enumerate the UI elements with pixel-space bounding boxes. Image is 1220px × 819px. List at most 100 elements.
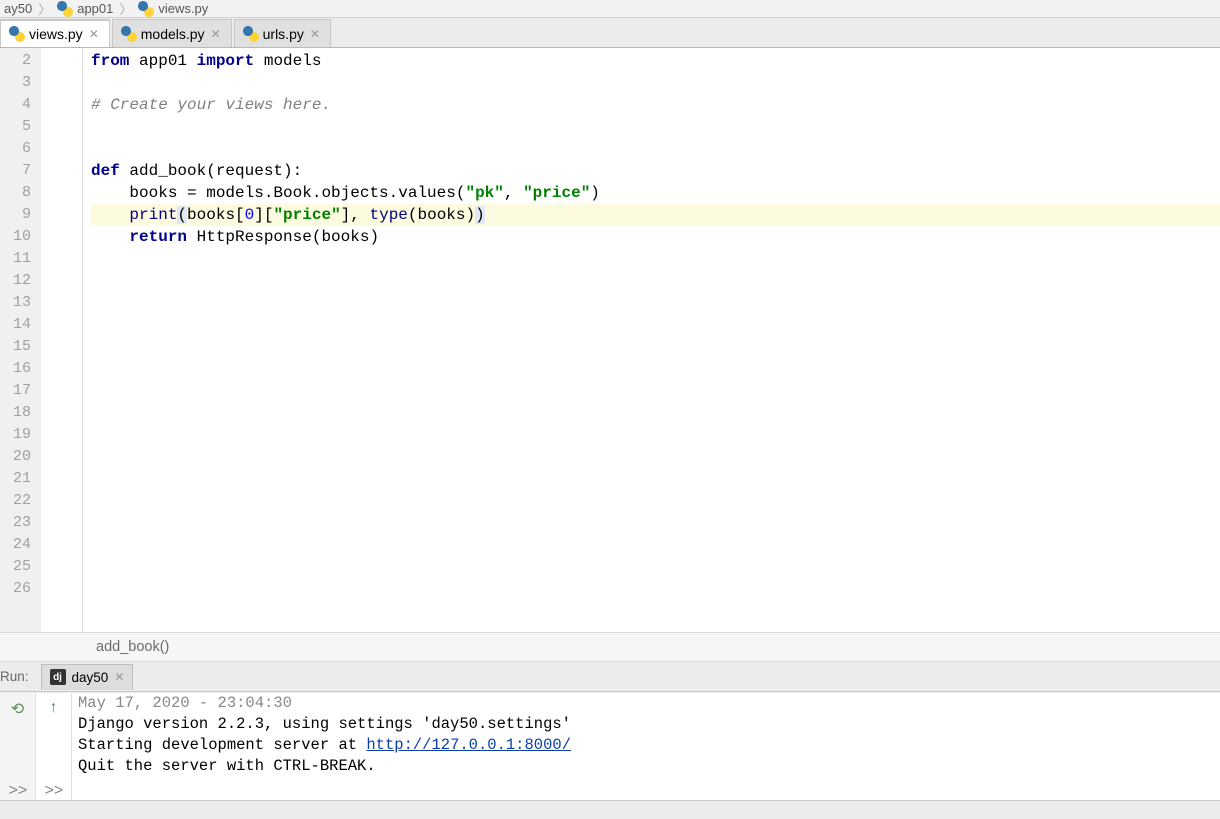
code-line[interactable]	[91, 402, 1220, 424]
code-line[interactable]	[91, 336, 1220, 358]
breadcrumb-item[interactable]: views.py	[134, 1, 212, 17]
code-line[interactable]: from app01 import models	[91, 50, 1220, 72]
folder-icon	[57, 1, 73, 17]
console-line: Django version 2.2.3, using settings 'da…	[78, 714, 1214, 735]
code-line[interactable]	[91, 468, 1220, 490]
line-number[interactable]: 4	[0, 94, 41, 116]
breadcrumb-label: views.py	[158, 1, 208, 16]
scroll-up-icon[interactable]: ↑	[45, 699, 63, 717]
run-panel-header: Run: dj day50 ✕	[0, 662, 1220, 692]
python-file-icon	[243, 26, 259, 42]
code-crumb-bar[interactable]: add_book()	[0, 632, 1220, 662]
breadcrumb-sep: 〉	[36, 0, 53, 18]
line-number[interactable]: 18	[0, 402, 41, 424]
line-number[interactable]: 11	[0, 248, 41, 270]
code-line[interactable]	[91, 380, 1220, 402]
breadcrumb-bar: ay50 〉 app01 〉 views.py	[0, 0, 1220, 18]
run-panel: ⟲ >> ↑ >> May 17, 2020 - 23:04:30Django …	[0, 692, 1220, 800]
code-line[interactable]	[91, 358, 1220, 380]
line-number[interactable]: 14	[0, 314, 41, 336]
run-label: Run:	[0, 669, 37, 684]
line-number[interactable]: 19	[0, 424, 41, 446]
line-number[interactable]: 17	[0, 380, 41, 402]
tab-urls[interactable]: urls.py ✕	[234, 19, 331, 47]
breadcrumb-label: ay50	[4, 1, 32, 16]
line-number[interactable]: 20	[0, 446, 41, 468]
code-line[interactable]	[91, 490, 1220, 512]
line-number[interactable]: 16	[0, 358, 41, 380]
code-line[interactable]: return HttpResponse(books)	[91, 226, 1220, 248]
django-icon: dj	[50, 669, 66, 685]
line-number[interactable]: 13	[0, 292, 41, 314]
editor: 2345678910111213141516171819202122232425…	[0, 48, 1220, 632]
status-strip	[0, 800, 1220, 819]
close-icon[interactable]: ✕	[114, 670, 124, 684]
line-number[interactable]: 12	[0, 270, 41, 292]
code-line[interactable]	[91, 512, 1220, 534]
tab-label: models.py	[141, 26, 205, 42]
close-icon[interactable]: ✕	[209, 27, 223, 41]
line-number[interactable]: 6	[0, 138, 41, 160]
python-file-icon	[9, 26, 25, 42]
console-line: Quit the server with CTRL-BREAK.	[78, 756, 1214, 777]
console-link[interactable]: http://127.0.0.1:8000/	[366, 736, 571, 754]
breadcrumb-label: app01	[77, 1, 113, 16]
code-line[interactable]	[91, 270, 1220, 292]
code-line[interactable]	[91, 292, 1220, 314]
line-number[interactable]: 3	[0, 72, 41, 94]
line-number[interactable]: 7	[0, 160, 41, 182]
code-line[interactable]	[91, 578, 1220, 600]
line-number[interactable]: 2	[0, 50, 41, 72]
python-file-icon	[121, 26, 137, 42]
more-icon[interactable]: >>	[9, 782, 27, 800]
code-line[interactable]: print(books[0]["price"], type(books))	[91, 204, 1220, 226]
line-number[interactable]: 9	[0, 204, 41, 226]
code-line[interactable]	[91, 534, 1220, 556]
console-line: May 17, 2020 - 23:04:30	[78, 693, 1214, 714]
more-icon[interactable]: >>	[45, 782, 63, 800]
console-line: Starting development server at http://12…	[78, 735, 1214, 756]
line-number[interactable]: 23	[0, 512, 41, 534]
code-line[interactable]: # Create your views here.	[91, 94, 1220, 116]
line-number[interactable]: 22	[0, 490, 41, 512]
tab-models[interactable]: models.py ✕	[112, 19, 232, 47]
fold-bar[interactable]	[41, 48, 83, 632]
close-icon[interactable]: ✕	[308, 27, 322, 41]
line-number[interactable]: 10	[0, 226, 41, 248]
line-number[interactable]: 15	[0, 336, 41, 358]
rerun-icon[interactable]: ⟲	[9, 699, 27, 719]
code-line[interactable]	[91, 556, 1220, 578]
code-crumb: add_book()	[96, 639, 169, 655]
line-gutter[interactable]: 2345678910111213141516171819202122232425…	[0, 48, 41, 632]
console-output[interactable]: May 17, 2020 - 23:04:30Django version 2.…	[72, 693, 1220, 800]
close-icon[interactable]: ✕	[87, 27, 101, 41]
breadcrumb-sep: 〉	[117, 0, 134, 18]
line-number[interactable]: 26	[0, 578, 41, 600]
tab-views[interactable]: views.py ✕	[0, 19, 110, 47]
breadcrumb-item[interactable]: ay50	[0, 1, 36, 16]
code-line[interactable]	[91, 116, 1220, 138]
run-tab[interactable]: dj day50 ✕	[41, 664, 134, 690]
python-file-icon	[138, 1, 154, 17]
run-tab-label: day50	[72, 670, 109, 685]
breadcrumb-item[interactable]: app01	[53, 1, 117, 17]
tab-label: urls.py	[263, 26, 304, 42]
code-line[interactable]	[91, 314, 1220, 336]
line-number[interactable]: 8	[0, 182, 41, 204]
code-line[interactable]: def add_book(request):	[91, 160, 1220, 182]
line-number[interactable]: 25	[0, 556, 41, 578]
run-toolbar-inner: ↑ >>	[36, 693, 72, 800]
code-line[interactable]	[91, 446, 1220, 468]
line-number[interactable]: 24	[0, 534, 41, 556]
run-toolbar-left: ⟲ >>	[0, 693, 36, 800]
line-number[interactable]: 5	[0, 116, 41, 138]
code-line[interactable]	[91, 248, 1220, 270]
code-line[interactable]	[91, 424, 1220, 446]
editor-tabbar: views.py ✕ models.py ✕ urls.py ✕	[0, 18, 1220, 48]
code-line[interactable]: books = models.Book.objects.values("pk",…	[91, 182, 1220, 204]
code-line[interactable]	[91, 138, 1220, 160]
code-area[interactable]: from app01 import models # Create your vi…	[83, 48, 1220, 632]
code-line[interactable]	[91, 72, 1220, 94]
line-number[interactable]: 21	[0, 468, 41, 490]
tab-label: views.py	[29, 26, 83, 42]
